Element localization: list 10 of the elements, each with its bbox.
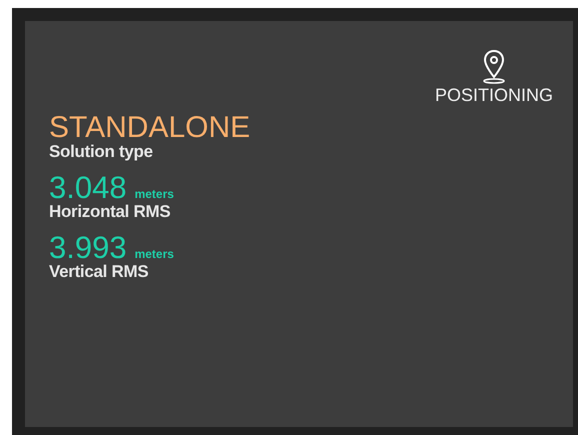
metric-value: 3.993 [49, 233, 127, 263]
section-title: POSITIONING [434, 85, 553, 105]
solution-value: STANDALONE [49, 113, 252, 143]
metric-unit: meters [134, 246, 174, 263]
solution-label: Solution type [49, 143, 154, 161]
location-pin-icon [482, 49, 506, 85]
metric-value: 3.048 [49, 173, 127, 203]
metric-label: Horizontal RMS [49, 203, 172, 221]
metric-label: Vertical RMS [49, 263, 150, 281]
metric-unit: meters [134, 186, 174, 203]
